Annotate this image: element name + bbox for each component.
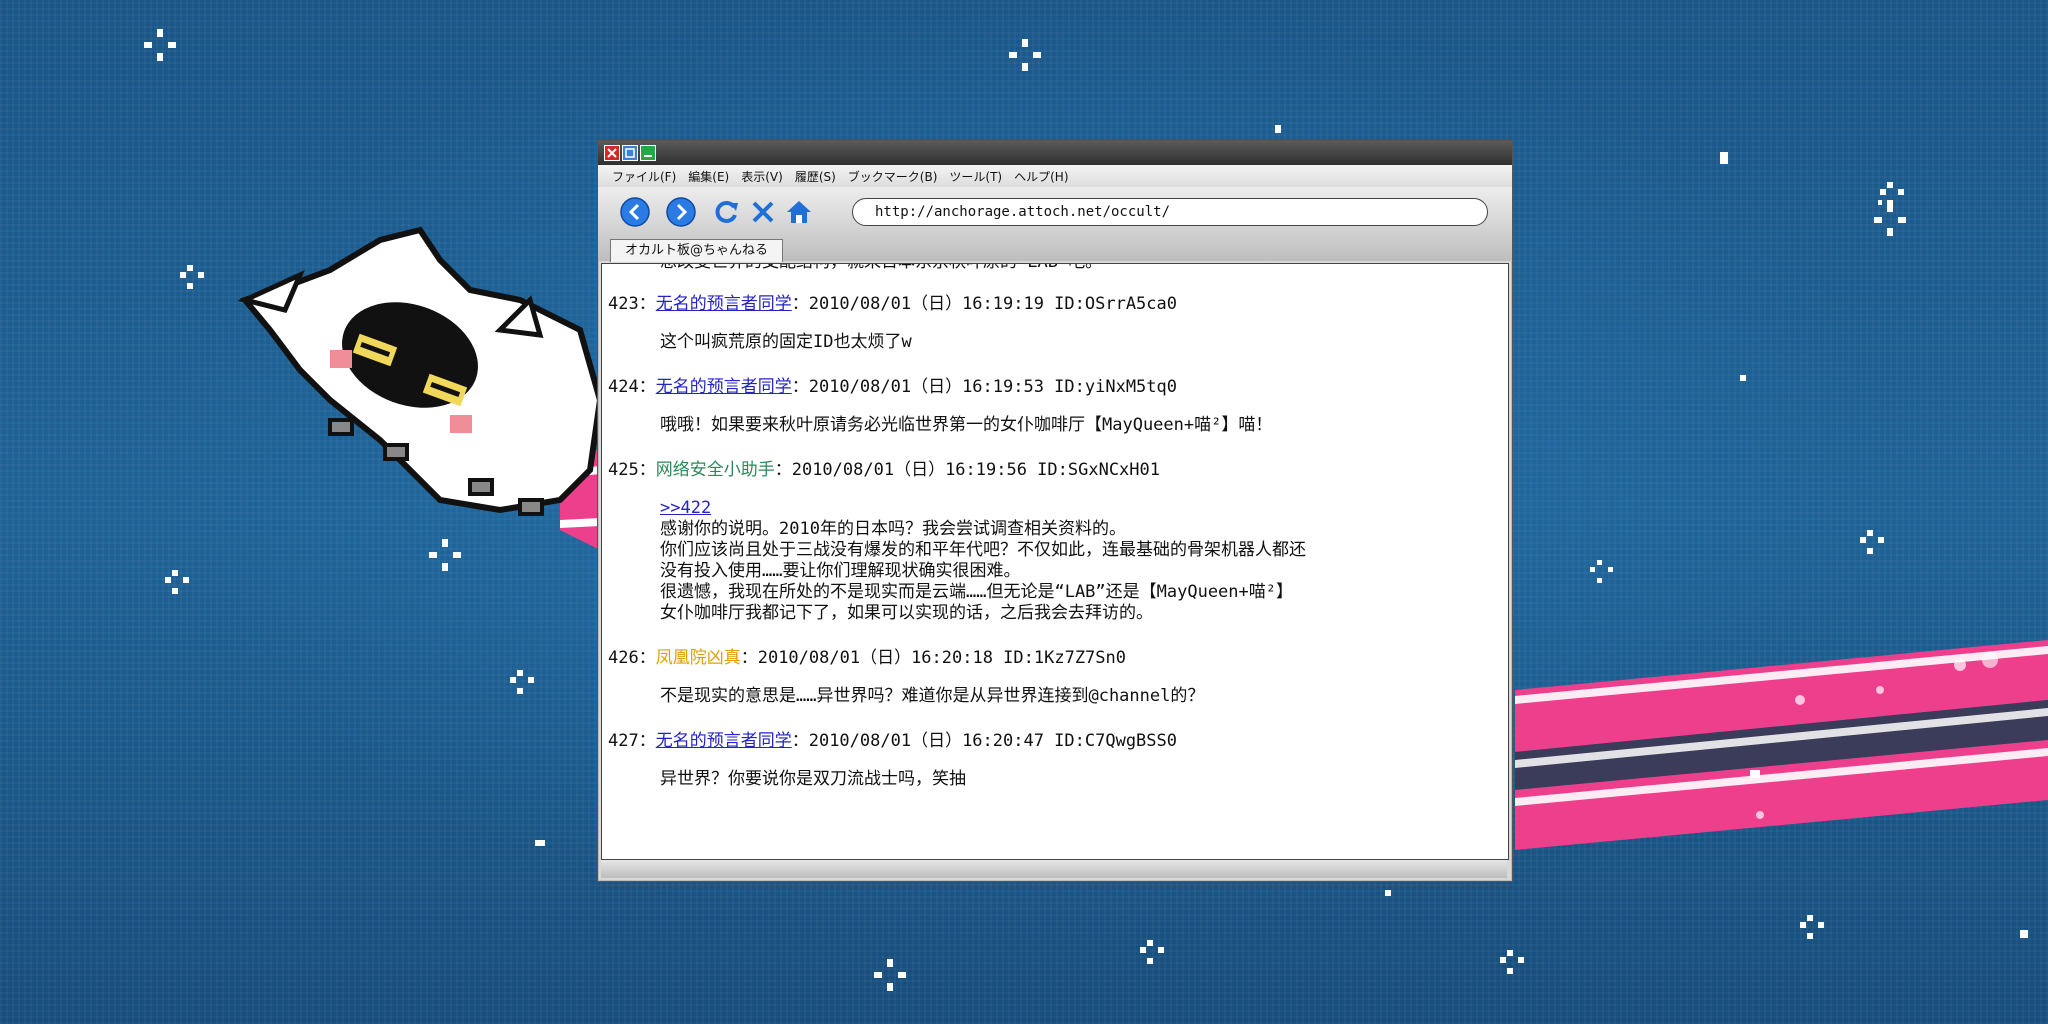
post-number: 424： <box>608 377 656 397</box>
tab-bar: オカルト板@ちゃんねる <box>598 235 1512 262</box>
forum-post: 423：无名的预言者同学：2010/08/01（日）16:19:19 ID:OS… <box>608 292 1498 353</box>
url-input[interactable] <box>873 203 1457 221</box>
post-body: 哦哦！如果要来秋叶原请务必光临世界第一的女仆咖啡厅【MayQueen+喵²】喵！ <box>660 415 1498 436</box>
post-meta: ：2010/08/01（日）16:19:19 ID:OSrrA5ca0 <box>791 294 1177 314</box>
post-text-line: 异世界？你要说你是双刀流战士吗，笑抽 <box>660 769 966 789</box>
post-header: 425：网络安全小助手：2010/08/01（日）16:19:56 ID:SGx… <box>608 458 1498 482</box>
menu-bookmarks[interactable]: ブックマーク(B) <box>844 168 942 185</box>
post-number: 423： <box>608 294 656 314</box>
post-header: 424：无名的预言者同学：2010/08/01（日）16:19:53 ID:yi… <box>608 375 1498 399</box>
tab-occult-board[interactable]: オカルト板@ちゃんねる <box>610 239 784 262</box>
post-header: 427：无名的预言者同学：2010/08/01（日）16:20:47 ID:C7… <box>608 729 1498 753</box>
post-text-line: 你们应该尚且处于三战没有爆发的和平年代吧？不仅如此，连最基础的骨架机器人都还 <box>660 540 1306 560</box>
post-text-line: 这个叫疯荒原的固定ID也太烦了w <box>660 332 912 352</box>
title-bar <box>598 141 1512 165</box>
menu-file[interactable]: ファイル(F) <box>608 168 680 185</box>
forum-post: 426：凤凰院凶真：2010/08/01（日）16:20:18 ID:1Kz7Z… <box>608 646 1498 707</box>
menu-bar: ファイル(F) 編集(E) 表示(V) 履歴(S) ブックマーク(B) ツール(… <box>598 165 1512 187</box>
post-body: >>422 感谢你的说明。2010年的日本吗？我会尝试调查相关资料的。 你们应该尚且… <box>660 498 1498 624</box>
pixel-cat-mascot <box>237 226 604 516</box>
home-button[interactable] <box>784 197 814 227</box>
menu-tools[interactable]: ツール(T) <box>945 168 1006 185</box>
menu-help[interactable]: ヘルプ(H) <box>1010 168 1072 185</box>
poster-name[interactable]: 无名的预言者同学 <box>656 294 792 314</box>
maximize-window-button[interactable] <box>640 145 656 161</box>
forum-post: 427：无名的预言者同学：2010/08/01（日）16:20:47 ID:C7… <box>608 729 1498 790</box>
minimize-icon <box>625 148 635 158</box>
poster-name: 凤凰院凶真 <box>655 648 741 668</box>
forward-button[interactable] <box>666 197 696 227</box>
partial-post-line: 想改变世界的支配结构，就来日本东京秋叶原的“LAB”吧。 <box>660 264 1498 274</box>
forum-post: 425：网络安全小助手：2010/08/01（日）16:19:56 ID:SGx… <box>608 458 1498 624</box>
post-meta: ：2010/08/01（日）16:20:47 ID:C7QwgBSS0 <box>791 731 1177 751</box>
post-number: 427： <box>608 731 656 751</box>
forum-post: 424：无名的预言者同学：2010/08/01（日）16:19:53 ID:yi… <box>608 375 1498 436</box>
page-content: 想改变世界的支配结构，就来日本东京秋叶原的“LAB”吧。 423：无名的预言者同… <box>601 263 1509 860</box>
post-meta: ：2010/08/01（日）16:19:53 ID:yiNxM5tq0 <box>791 377 1177 397</box>
back-arrow-icon <box>620 197 650 227</box>
reload-icon <box>715 201 738 223</box>
post-text-line: 不是现实的意思是……异世界吗？难道你是从异世界连接到@channel的？ <box>660 686 1205 706</box>
reload-button[interactable] <box>712 197 742 227</box>
post-number: 425： <box>608 460 656 480</box>
close-window-button[interactable] <box>604 145 620 161</box>
post-header: 426：凤凰院凶真：2010/08/01（日）16:20:18 ID:1Kz7Z… <box>608 646 1498 670</box>
post-body: 这个叫疯荒原的固定ID也太烦了w <box>660 332 1498 353</box>
maximize-icon <box>644 155 652 157</box>
menu-history[interactable]: 履歴(S) <box>791 168 840 185</box>
post-meta: ：2010/08/01（日）16:20:18 ID:1Kz7Z7Sn0 <box>740 648 1126 668</box>
address-bar[interactable] <box>852 198 1488 226</box>
stop-x-icon <box>752 201 774 223</box>
back-button[interactable] <box>620 197 650 227</box>
post-text-line: 很遗憾，我现在所处的不是现实而是云端……但无论是“LAB”还是【MayQueen… <box>660 582 1293 602</box>
thread-container: 想改变世界的支配结构，就来日本东京秋叶原的“LAB”吧。 423：无名的预言者同… <box>608 264 1498 812</box>
post-text-line: 哦哦！如果要来秋叶原请务必光临世界第一的女仆咖啡厅【MayQueen+喵²】喵！ <box>660 415 1273 435</box>
navigation-toolbar <box>598 187 1512 235</box>
forward-arrow-icon <box>666 197 696 227</box>
close-icon <box>607 148 617 158</box>
home-icon <box>787 201 811 223</box>
poster-name: 网络安全小助手 <box>655 460 775 480</box>
poster-name[interactable]: 无名的预言者同学 <box>656 377 792 397</box>
stop-button[interactable] <box>748 197 778 227</box>
post-text-line: 女仆咖啡厅我都记下了，如果可以实现的话，之后我会去拜访的。 <box>660 603 1153 623</box>
post-meta: ：2010/08/01（日）16:19:56 ID:SGxNCxH01 <box>774 460 1160 480</box>
poster-name[interactable]: 无名的预言者同学 <box>656 731 792 751</box>
post-number: 426： <box>608 648 656 668</box>
post-body: 异世界？你要说你是双刀流战士吗，笑抽 <box>660 769 1498 790</box>
menu-view[interactable]: 表示(V) <box>737 168 787 185</box>
status-bar <box>601 860 1507 878</box>
reply-anchor-link[interactable]: >>422 <box>660 498 1498 519</box>
post-text-line: 没有投入使用……要让你们理解现状确实很困难。 <box>660 561 1021 581</box>
post-header: 423：无名的预言者同学：2010/08/01（日）16:19:19 ID:OS… <box>608 292 1498 316</box>
post-body: 不是现实的意思是……异世界吗？难道你是从异世界连接到@channel的？ <box>660 686 1498 707</box>
post-text-line: 感谢你的说明。2010年的日本吗？我会尝试调查相关资料的。 <box>660 519 1126 539</box>
menu-edit[interactable]: 編集(E) <box>684 168 733 185</box>
browser-window: ファイル(F) 編集(E) 表示(V) 履歴(S) ブックマーク(B) ツール(… <box>597 140 1513 882</box>
minimize-window-button[interactable] <box>622 145 638 161</box>
